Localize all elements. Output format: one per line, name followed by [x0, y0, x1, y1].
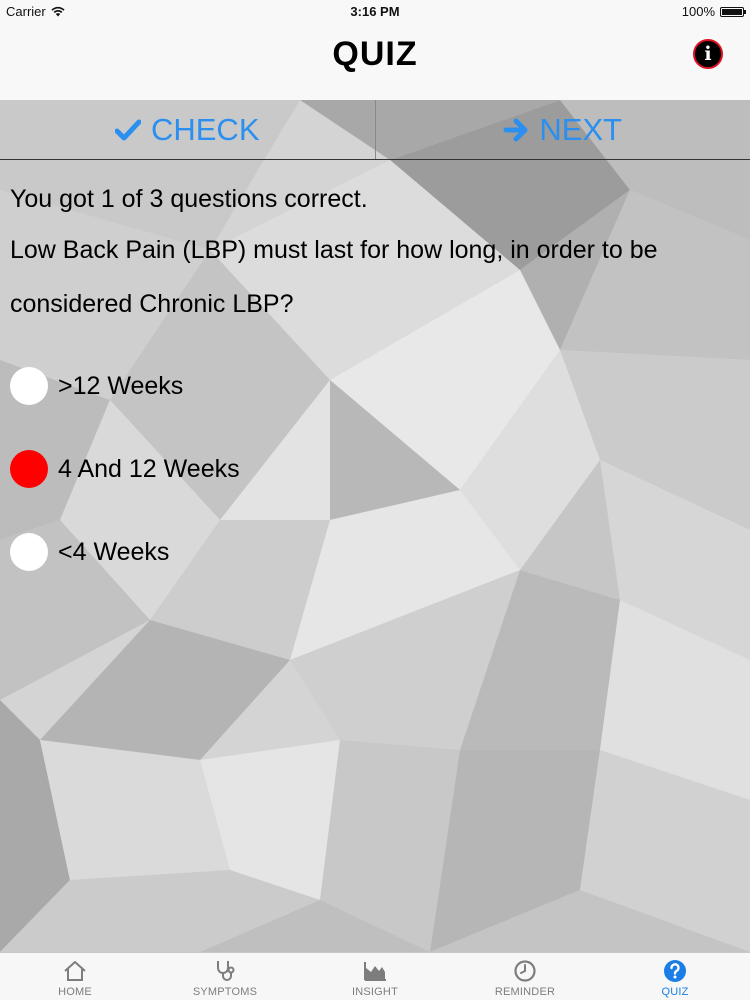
- tab-label: QUIZ: [661, 986, 689, 998]
- tab-reminder[interactable]: REMINDER: [450, 953, 600, 1000]
- arrow-right-icon: [503, 118, 528, 141]
- tab-home[interactable]: HOME: [0, 953, 150, 1000]
- stethoscope-icon: [217, 961, 235, 981]
- tab-symptoms[interactable]: SYMPTOMS: [150, 953, 300, 1000]
- answer-options: >12 Weeks 4 And 12 Weeks <4 Weeks: [10, 357, 740, 581]
- status-right: 100%: [681, 4, 746, 19]
- tab-label: SYMPTOMS: [192, 986, 258, 998]
- next-button[interactable]: NEXT: [374, 100, 750, 159]
- tab-label: HOME: [58, 986, 92, 998]
- battery-percent: 100%: [681, 4, 715, 19]
- status-time: 3:16 PM: [350, 4, 400, 19]
- question-text: Low Back Pain (LBP) must last for how lo…: [10, 236, 658, 318]
- score-text: You got 1 of 3 questions correct.: [10, 185, 368, 213]
- status-bar: Carrier 3:16 PM 100%: [0, 0, 750, 22]
- check-button[interactable]: CHECK: [0, 100, 375, 159]
- area-chart-icon: [364, 962, 386, 981]
- quiz-content: You got 1 of 3 questions correct. Low Ba…: [10, 175, 740, 606]
- option-label: <4 Weeks: [58, 537, 170, 566]
- option-label: 4 And 12 Weeks: [58, 454, 240, 483]
- option-gt-12-weeks[interactable]: >12 Weeks: [10, 357, 740, 415]
- clock-icon: [514, 960, 536, 982]
- radio-button-selected[interactable]: [10, 450, 48, 488]
- tab-insight[interactable]: INSIGHT: [300, 953, 450, 1000]
- option-label: >12 Weeks: [58, 371, 184, 400]
- quiz-toolbar: CHECK NEXT: [0, 100, 750, 160]
- tab-bar: HOME SYMPTOMS INSIGHT REMINDER QUIZ: [0, 952, 750, 1000]
- checkmark-icon: [114, 119, 141, 140]
- option-4-and-12-weeks[interactable]: 4 And 12 Weeks: [10, 440, 740, 498]
- radio-button[interactable]: [10, 533, 48, 571]
- check-label: CHECK: [150, 111, 260, 147]
- home-icon: [64, 961, 86, 981]
- tab-label: INSIGHT: [351, 986, 398, 998]
- info-icon[interactable]: i: [693, 39, 723, 69]
- option-lt-4-weeks[interactable]: <4 Weeks: [10, 523, 740, 581]
- radio-button[interactable]: [10, 367, 48, 405]
- nav-bar: QUIZ i: [0, 22, 750, 100]
- question-icon: [664, 960, 686, 982]
- tab-quiz[interactable]: QUIZ: [600, 953, 750, 1000]
- tab-label: REMINDER: [494, 986, 556, 998]
- next-label: NEXT: [539, 111, 623, 147]
- battery-icon: [720, 6, 746, 17]
- page-title: QUIZ: [332, 35, 418, 73]
